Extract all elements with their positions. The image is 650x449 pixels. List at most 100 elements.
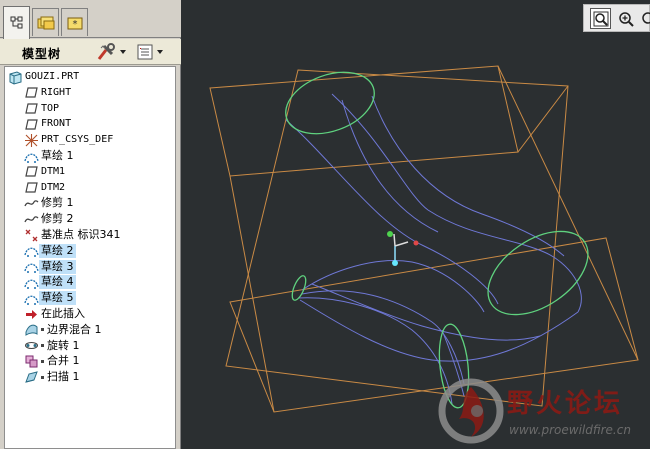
tree-item[interactable]: 草绘 4 <box>23 274 76 290</box>
sketch-icon <box>23 148 39 164</box>
surface-edge-9 <box>301 290 465 385</box>
sweep-icon <box>23 369 39 385</box>
datum-plane-icon <box>23 180 39 196</box>
datum-plane-icon <box>23 164 39 180</box>
tree-item-label: 草绘 2 <box>39 243 76 258</box>
surface-edge-2 <box>285 119 499 305</box>
surface-edge-4 <box>301 260 485 313</box>
zoom-fit-icon <box>593 11 608 26</box>
feature-marker <box>41 344 44 348</box>
sketch-circle-right <box>487 230 589 316</box>
tree-item-label: 修剪 2 <box>41 212 74 226</box>
graphics-viewport[interactable]: 野火论坛 www.proewildfire.cn <box>182 0 650 449</box>
model-tree-panel: * 模型树 GOUZI.PRT RIGHT TOP FRONT PRT_CSYS_DEF… <box>0 0 181 449</box>
tree-item-label: DTM1 <box>41 165 66 177</box>
datum-plane-icon <box>23 101 39 117</box>
tree-item[interactable]: 草绘 3 <box>23 259 76 275</box>
revolve-icon <box>23 338 39 354</box>
tree-item[interactable]: 草绘 2 <box>23 243 76 259</box>
model-tree: GOUZI.PRT RIGHT TOP FRONT PRT_CSYS_DEF 草绘 1 DT… <box>4 66 176 449</box>
tree-item[interactable]: 草绘 1 <box>23 148 76 164</box>
chevron-down-icon <box>120 50 126 54</box>
sketch-icon <box>23 274 39 290</box>
sketch-icon <box>23 243 39 259</box>
tree-item-label: 草绘 3 <box>39 259 76 274</box>
tree-item[interactable]: DTM2 <box>23 180 67 196</box>
tree-item[interactable]: 草绘 5 <box>23 290 76 306</box>
tree-item-label: 合并 1 <box>47 354 80 368</box>
tree-item-label: TOP <box>41 102 60 114</box>
tree-item-label: 草绘 4 <box>39 275 76 290</box>
tree-item[interactable]: 合并 1 <box>23 353 82 369</box>
tree-item[interactable]: TOP <box>23 101 61 117</box>
datum-plane-top <box>209 65 519 177</box>
datum-point-icon <box>23 227 39 243</box>
datum-plane-icon <box>23 116 39 132</box>
tab-folder-browser[interactable] <box>32 8 59 36</box>
tree-item[interactable]: 边界混合 1 <box>23 322 104 338</box>
tree-item-label: 基准点 标识341 <box>41 228 121 241</box>
tree-item-label: 旋转 1 <box>47 338 80 352</box>
zoom-out-icon <box>642 11 650 24</box>
tree-item[interactable]: 修剪 2 <box>23 211 76 227</box>
zoom-out-button[interactable] <box>640 8 650 29</box>
tree-item[interactable]: 修剪 1 <box>23 195 76 211</box>
part-icon <box>7 69 23 85</box>
tab-model-tree[interactable] <box>3 6 30 39</box>
zoom-in-button[interactable] <box>615 8 636 29</box>
feature-marker <box>41 359 44 363</box>
show-dropdown[interactable] <box>137 42 163 62</box>
view-toolbar <box>583 4 650 32</box>
feature-marker <box>41 328 44 332</box>
tree-item-label: 边界混合 1 <box>47 322 102 336</box>
svg-text:*: * <box>72 19 77 30</box>
tree-view-icon <box>10 16 22 29</box>
datum-plane-icon <box>23 85 39 101</box>
watermark-title: 野火论坛 <box>507 389 624 419</box>
forum-watermark: 野火论坛 www.proewildfire.cn <box>437 375 650 449</box>
folder-icon <box>37 16 54 29</box>
tree-item-label: 草绘 5 <box>39 291 76 306</box>
list-icon <box>137 44 153 60</box>
tools-icon <box>97 43 115 60</box>
boundary-blend-icon <box>23 322 39 338</box>
tree-item-label: DTM2 <box>41 181 66 193</box>
tree-item[interactable]: 旋转 1 <box>23 338 82 354</box>
tree-item[interactable]: PRT_CSYS_DEF <box>23 132 115 148</box>
insert-here-icon <box>23 306 39 322</box>
tree-item[interactable]: FRONT <box>23 116 73 132</box>
sketch-icon <box>23 290 39 306</box>
tree-item-label: PRT_CSYS_DEF <box>41 134 114 146</box>
tree-item[interactable]: DTM1 <box>23 164 67 180</box>
tree-item-label: GOUZI.PRT <box>25 71 80 82</box>
csys-icon <box>23 132 39 148</box>
tree-item[interactable]: RIGHT <box>23 85 73 101</box>
tree-item[interactable]: 在此插入 <box>23 306 87 322</box>
chevron-down-icon <box>157 50 163 54</box>
sketch-circle-top <box>285 71 375 135</box>
zoom-fit-button[interactable] <box>590 8 611 29</box>
panel-tab-strip: * <box>0 0 181 39</box>
tree-item-label: 修剪 1 <box>41 196 74 210</box>
tree-item[interactable]: GOUZI.PRT <box>7 69 81 85</box>
settings-dropdown[interactable] <box>96 42 126 62</box>
trim-icon <box>23 211 39 227</box>
tree-item-label: 扫描 1 <box>47 370 80 384</box>
tree-header: 模型树 <box>0 39 181 65</box>
merge-icon <box>23 353 39 369</box>
feature-marker <box>41 375 44 379</box>
tab-favorites[interactable]: * <box>61 8 88 36</box>
tree-item-label: FRONT <box>41 118 72 130</box>
tree-item-label: 草绘 1 <box>41 149 74 162</box>
zoom-in-icon <box>618 11 634 27</box>
surface-edge-6 <box>311 283 541 341</box>
sketch-icon <box>23 259 39 275</box>
tree-title: 模型树 <box>22 47 62 61</box>
tree-item[interactable]: 基准点 标识341 <box>23 227 123 243</box>
trim-icon <box>23 195 39 211</box>
tree-item-label: 在此插入 <box>41 307 85 320</box>
datum-plane-diagonal <box>225 69 569 407</box>
tree-item-label: RIGHT <box>41 86 72 98</box>
surface-edge-7 <box>297 297 453 405</box>
tree-item[interactable]: 扫描 1 <box>23 369 82 385</box>
